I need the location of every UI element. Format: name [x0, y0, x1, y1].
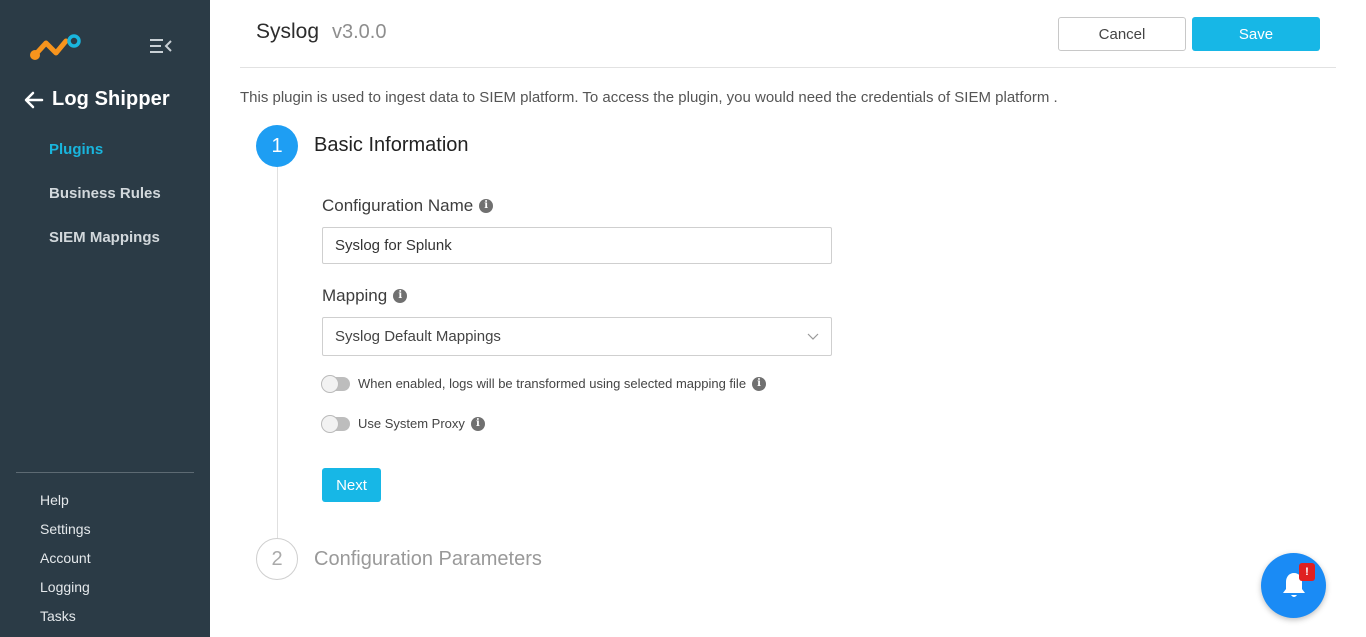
cancel-button[interactable]: Cancel [1058, 17, 1186, 51]
plugin-version: v3.0.0 [332, 21, 387, 43]
step-1-title: Basic Information [314, 134, 469, 156]
stepper-line [277, 166, 278, 538]
collapse-menu-icon[interactable] [150, 38, 172, 54]
step-2-title[interactable]: Configuration Parameters [314, 548, 542, 571]
sidebar-divider [16, 472, 194, 473]
arrow-left-icon [24, 91, 44, 108]
transform-toggle[interactable] [321, 374, 350, 393]
chevron-down-icon [807, 333, 819, 340]
config-name-label: Configuration Name i [322, 196, 494, 216]
transform-toggle-row: When enabled, logs will be transformed u… [321, 374, 767, 393]
sidebar-item-tasks[interactable]: Tasks [40, 608, 76, 624]
mapping-select-value: Syslog Default Mappings [335, 328, 501, 345]
system-proxy-toggle[interactable] [321, 414, 350, 433]
sidebar-item-business-rules[interactable]: Business Rules [49, 185, 161, 202]
notification-badge: ! [1299, 563, 1315, 581]
mapping-label-text: Mapping [322, 286, 388, 305]
info-icon[interactable]: i [470, 416, 485, 431]
step-2-indicator[interactable]: 2 [256, 538, 298, 580]
transform-toggle-label: When enabled, logs will be transformed u… [358, 376, 747, 391]
header-divider [240, 67, 1336, 68]
sidebar-item-siem-mappings[interactable]: SIEM Mappings [49, 229, 160, 246]
mapping-select[interactable]: Syslog Default Mappings [322, 317, 832, 356]
sidebar-item-logging[interactable]: Logging [40, 579, 90, 595]
sidebar-item-account[interactable]: Account [40, 550, 91, 566]
sidebar-item-settings[interactable]: Settings [40, 521, 91, 537]
config-name-input[interactable] [322, 227, 832, 264]
mapping-label: Mapping i [322, 286, 408, 306]
step-1-indicator: 1 [256, 125, 298, 167]
next-button[interactable]: Next [322, 468, 381, 502]
system-proxy-label: Use System Proxy [358, 416, 465, 431]
config-name-label-text: Configuration Name [322, 196, 474, 215]
info-icon[interactable]: i [752, 376, 767, 391]
section-title: Log Shipper [52, 88, 170, 110]
sidebar: Log Shipper Plugins Business Rules SIEM … [0, 0, 210, 637]
sidebar-item-help[interactable]: Help [40, 492, 69, 508]
page-title: Syslog [256, 20, 320, 43]
back-to-log-shipper[interactable]: Log Shipper [24, 88, 170, 111]
toggle-knob [321, 414, 339, 433]
sidebar-item-plugins[interactable]: Plugins [49, 141, 103, 158]
info-icon[interactable]: i [393, 289, 408, 303]
toggle-knob [321, 374, 339, 393]
plugin-description: This plugin is used to ingest data to SI… [240, 89, 1058, 106]
info-icon[interactable]: i [479, 199, 494, 213]
notifications-button[interactable]: ! [1261, 553, 1326, 618]
save-button[interactable]: Save [1192, 17, 1320, 51]
proxy-toggle-row: Use System Proxy i [321, 414, 485, 433]
netskope-logo-icon[interactable] [30, 33, 82, 61]
